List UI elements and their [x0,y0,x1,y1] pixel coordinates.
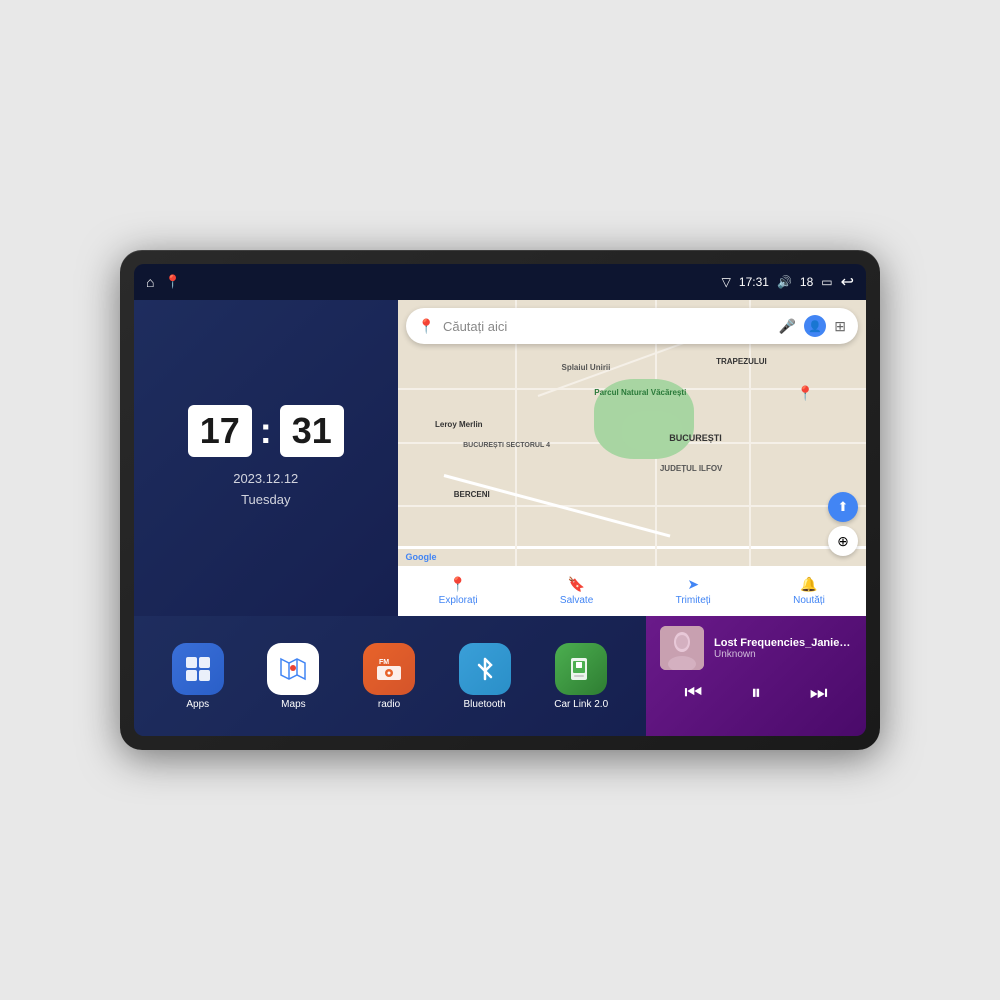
status-right-info: ▽ 17:31 🔊 18 ▭ ↩ [722,272,854,292]
map-label-trapezului: TRAPEZULUI [716,357,767,366]
map-label-sector4: BUCUREȘTI SECTORUL 4 [463,442,550,449]
news-icon: 🔔 [800,576,817,593]
clock-colon: : [260,410,272,452]
signal-icon: ▽ [722,275,731,289]
clock-display: 17 : 31 [188,405,344,457]
map-label-parc: Parcul Natural Văcărești [594,388,686,397]
status-bar: ⌂ 📍 ▽ 17:31 🔊 18 ▭ ↩ [134,264,866,300]
map-search-bar[interactable]: 📍 Căutați aici 🎤 👤 ⊞ [406,308,858,344]
map-nav-share[interactable]: ➤ Trimiteți [676,576,711,606]
music-panel: Lost Frequencies_Janieck Devy-... Unknow… [646,616,866,736]
bluetooth-icon-box [459,643,511,695]
google-logo: Google [406,552,437,562]
map-compass-icon[interactable]: ⊕ [828,526,858,556]
main-area: 17 : 31 2023.12.12 Tuesday [134,300,866,736]
radio-icon-box: FM [363,643,415,695]
app-item-radio[interactable]: FM radio [363,643,415,710]
music-title: Lost Frequencies_Janieck Devy-... [714,637,852,649]
play-pause-button[interactable]: ⏸ [743,678,769,709]
apps-label: Apps [186,699,209,710]
map-nav-saved[interactable]: 🔖 Salvate [560,576,593,606]
clock-minute: 31 [280,405,344,457]
music-controls: ⏮ ⏸ ⏭ [660,678,852,709]
device-screen: ⌂ 📍 ▽ 17:31 🔊 18 ▭ ↩ 17 : [134,264,866,736]
app-item-apps[interactable]: Apps [172,643,224,710]
explore-label: Explorați [439,595,478,606]
map-nav-explore[interactable]: 📍 Explorați [439,576,478,606]
map-label-splai: Splaiul Unirii [561,363,610,372]
clock-panel: 17 : 31 2023.12.12 Tuesday [134,300,398,616]
maps-icon-box [267,643,319,695]
apps-panel: Apps Maps [134,616,646,736]
bottom-section: Apps Maps [134,616,866,736]
map-red-pin-icon: 📍 [797,385,814,402]
saved-label: Salvate [560,595,593,606]
status-left-icons: ⌂ 📍 [146,274,181,290]
bluetooth-label: Bluetooth [463,699,505,710]
map-label-berceni: BERCENI [454,490,490,499]
maps-label: Maps [281,699,305,710]
top-section: 17 : 31 2023.12.12 Tuesday [134,300,866,616]
battery-level: 18 [800,275,813,289]
carlink-icon-box [555,643,607,695]
album-face [660,626,704,670]
news-label: Noutăți [793,595,825,606]
home-icon[interactable]: ⌂ [146,274,154,290]
volume-icon: 🔊 [777,275,792,289]
map-panel[interactable]: TRAPEZULUI BUCUREȘTI JUDEȚUL ILFOV BERCE… [398,300,866,616]
map-label-ilfov: JUDEȚUL ILFOV [660,464,723,473]
map-label-bucuresti: BUCUREȘTI [669,433,722,443]
map-pin-icon: 📍 [418,318,435,335]
map-nav-news[interactable]: 🔔 Noutăți [793,576,825,606]
music-text: Lost Frequencies_Janieck Devy-... Unknow… [714,637,852,660]
radio-label: radio [378,699,400,710]
album-art [660,626,704,670]
map-label-leroy: Leroy Merlin [435,420,483,429]
grid-icon[interactable]: ⊞ [834,318,846,335]
map-search-icons: 🎤 👤 ⊞ [779,315,846,337]
maps-status-icon[interactable]: 📍 [164,274,180,290]
svg-text:FM: FM [379,659,389,666]
map-navigate-icon[interactable]: ⬆ [828,492,858,522]
back-icon[interactable]: ↩ [841,272,854,292]
clock-hour: 17 [188,405,252,457]
account-icon[interactable]: 👤 [804,315,826,337]
car-head-unit: ⌂ 📍 ▽ 17:31 🔊 18 ▭ ↩ 17 : [120,250,880,750]
app-item-bluetooth[interactable]: Bluetooth [459,643,511,710]
clock-date: 2023.12.12 Tuesday [233,469,298,511]
app-item-maps[interactable]: Maps [267,643,319,710]
next-button[interactable]: ⏭ [802,678,836,709]
explore-icon: 📍 [449,576,466,593]
map-search-placeholder: Căutați aici [443,319,771,334]
battery-icon: ▭ [821,275,832,289]
apps-icon-box [172,643,224,695]
share-label: Trimiteți [676,595,711,606]
map-bottom-bar: 📍 Explorați 🔖 Salvate ➤ Trimiteți 🔔 [398,566,866,616]
voice-search-icon[interactable]: 🎤 [779,318,796,335]
app-item-carlink[interactable]: Car Link 2.0 [554,643,608,710]
carlink-label: Car Link 2.0 [554,699,608,710]
share-icon: ➤ [687,576,699,593]
time-display: 17:31 [739,275,769,289]
music-info: Lost Frequencies_Janieck Devy-... Unknow… [660,626,852,670]
music-artist: Unknown [714,649,852,660]
saved-icon: 🔖 [568,576,585,593]
prev-button[interactable]: ⏮ [676,678,710,709]
